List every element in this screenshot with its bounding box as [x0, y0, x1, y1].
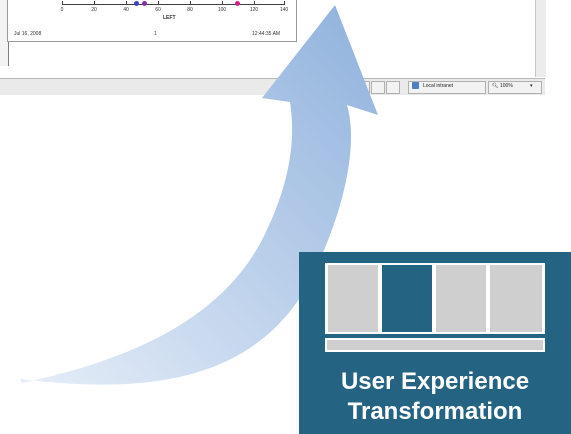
base-plate	[325, 338, 545, 352]
column-block-highlight	[382, 265, 432, 332]
column-block	[490, 265, 542, 332]
ux-transformation-badge: User Experience Transformation	[299, 252, 571, 434]
badge-title-line2: Transformation	[347, 398, 523, 425]
columns-graphic	[325, 263, 545, 334]
badge-title-line1: User Experience	[340, 368, 530, 395]
column-block	[436, 265, 486, 332]
column-block	[328, 265, 378, 332]
